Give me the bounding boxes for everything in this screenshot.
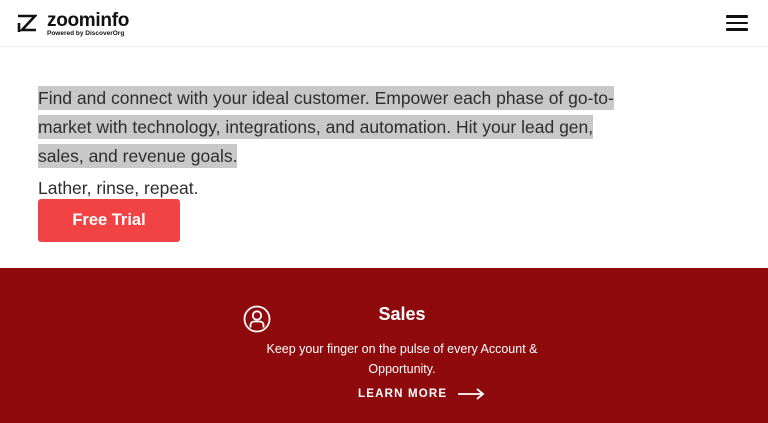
site-header: zoominfo Powered by DiscoverOrg [0,0,768,47]
free-trial-button[interactable]: Free Trial [38,199,180,242]
hamburger-menu-icon[interactable] [726,13,750,33]
feature-description: Keep your finger on the pulse of every A… [266,342,538,376]
learn-more-link[interactable]: LEARN MORE [358,388,485,400]
arrow-right-icon [458,388,485,400]
brand-tagline: Powered by DiscoverOrg [47,30,125,37]
user-circle-icon [243,305,271,333]
zoominfo-z-logo-icon [17,14,37,32]
brand-name: zoominfo [47,10,130,31]
tagline: Lather, rinse, repeat. [38,177,199,198]
learn-more-label: LEARN MORE [358,388,448,400]
sales-feature-section: Sales Keep your finger on the pulse of e… [0,268,768,423]
feature-title: Sales [378,304,426,324]
intro-paragraph: Find and connect with your ideal custome… [38,84,638,171]
zoominfo-logo[interactable]: zoominfo Powered by DiscoverOrg [17,10,177,40]
intro-text: Find and connect with your ideal custome… [38,85,614,168]
